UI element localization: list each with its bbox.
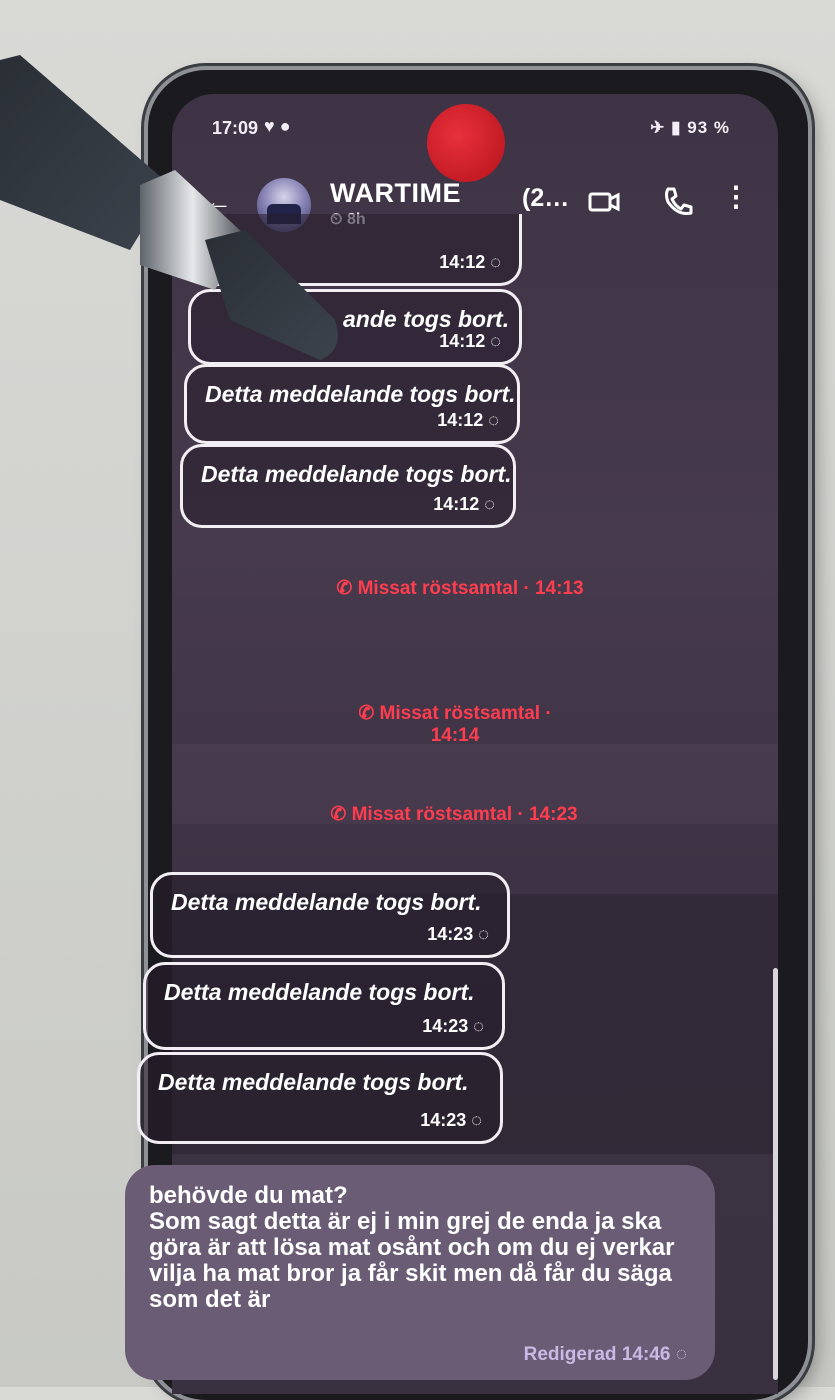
check-circle-icon: ◌ bbox=[473, 1016, 484, 1036]
message-time: 14:23 ◌ bbox=[427, 924, 489, 944]
missed-call-notice[interactable]: ✆ Missat röstsamtal · 14:14 bbox=[345, 680, 565, 747]
phone-icon: ✆ bbox=[358, 703, 375, 724]
message-time: 14:23 ◌ bbox=[422, 1016, 484, 1036]
incoming-message[interactable]: behövde du mat? Som sagt detta är ej i m… bbox=[125, 1165, 715, 1380]
more-vert-icon[interactable]: ⋮ bbox=[722, 180, 750, 213]
stylus-pen bbox=[0, 55, 338, 360]
message-time: 14:12 ◌ bbox=[439, 331, 501, 351]
message-time: 14:12 ◌ bbox=[437, 410, 499, 430]
phone-icon: ✆ bbox=[330, 804, 347, 825]
scrollbar[interactable] bbox=[773, 968, 778, 1380]
status-right: ✈ ▮ 93 % bbox=[650, 118, 730, 138]
message-bubble[interactable]: Detta meddelande togs bort. 14:23 ◌ bbox=[143, 962, 505, 1050]
check-circle-icon: ◌ bbox=[490, 252, 501, 272]
check-circle-icon: ◌ bbox=[675, 1344, 687, 1365]
message-time: 14:12 ◌ bbox=[439, 252, 501, 272]
video-icon[interactable] bbox=[587, 184, 623, 220]
message-text: behövde du mat? Som sagt detta är ej i m… bbox=[149, 1182, 675, 1313]
message-bubble[interactable]: Detta meddelande togs bort. 14:12 ◌ bbox=[180, 444, 516, 528]
message-bubble[interactable]: Detta meddelande togs bort. 14:23 ◌ bbox=[137, 1052, 503, 1144]
message-time: 14:23 ◌ bbox=[420, 1110, 482, 1130]
battery-level: 93 % bbox=[687, 118, 730, 137]
check-circle-icon: ◌ bbox=[488, 410, 499, 430]
signal-icon: ✈ ▮ bbox=[650, 118, 682, 137]
check-circle-icon: ◌ bbox=[478, 924, 489, 944]
message-time: 14:12 ◌ bbox=[433, 494, 495, 514]
message-bubble[interactable]: Detta meddelande togs bort. 14:23 ◌ bbox=[150, 872, 510, 958]
phone-icon[interactable] bbox=[660, 184, 696, 220]
overflow-badge: (2… bbox=[522, 184, 570, 212]
check-circle-icon: ◌ bbox=[484, 494, 495, 514]
check-circle-icon: ◌ bbox=[490, 331, 501, 351]
phone-icon: ✆ bbox=[336, 578, 353, 599]
missed-call-notice[interactable]: ✆ Missat röstsamtal · 14:13 bbox=[320, 577, 600, 600]
message-meta: Redigerad 14:46 ◌ bbox=[523, 1344, 687, 1365]
missed-call-notice[interactable]: ✆ Missat röstsamtal · 14:23 bbox=[308, 803, 600, 826]
check-circle-icon: ◌ bbox=[471, 1110, 482, 1130]
